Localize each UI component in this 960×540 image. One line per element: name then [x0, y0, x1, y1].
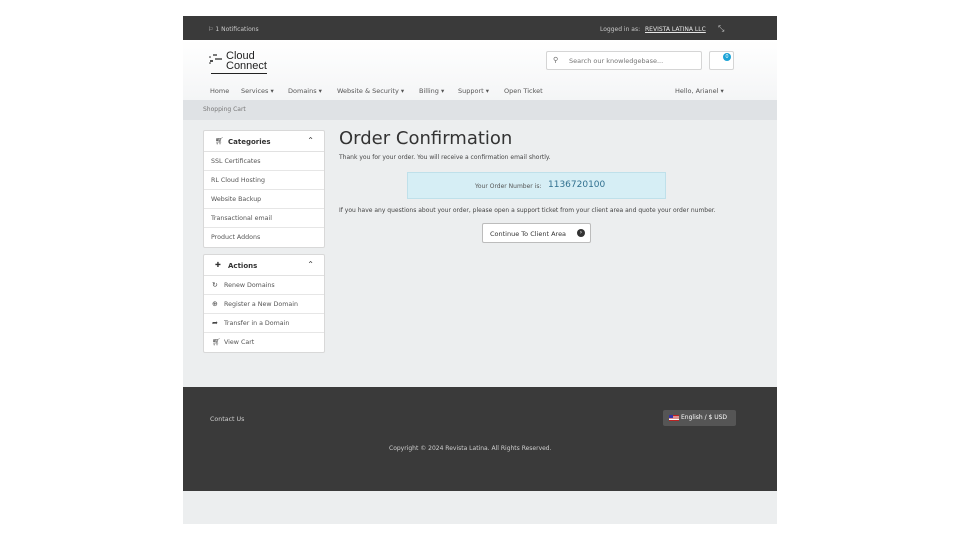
action-transfer-domain[interactable]: ➦ Transfer in a Domain — [204, 314, 324, 333]
questions-text: If you have any questions about your ord… — [339, 207, 716, 214]
order-number-box: Your Order Number is: 1136720100 — [407, 172, 666, 199]
refresh-icon: ↻ — [212, 281, 218, 289]
search-icon: ⚲ — [553, 56, 559, 64]
us-flag-icon — [669, 415, 679, 421]
category-item[interactable]: Product Addons — [204, 228, 324, 247]
category-label: Transactional email — [211, 215, 272, 222]
actions-title: Actions — [228, 262, 258, 270]
knowledgebase-search: ⚲ — [546, 51, 702, 70]
action-register-domain[interactable]: ⊕ Register a New Domain — [204, 295, 324, 314]
cart-icon: 🛒︎ — [215, 137, 224, 145]
action-label: Renew Domains — [224, 282, 275, 289]
nav-home[interactable]: Home — [210, 87, 229, 95]
share-icon: ➦ — [212, 319, 218, 327]
action-renew-domains[interactable]: ↻ Renew Domains — [204, 276, 324, 295]
logged-in-label: Logged in as: — [600, 26, 641, 33]
action-view-cart[interactable]: 🛒︎ View Cart — [204, 333, 324, 352]
language-label: English / $ USD — [681, 414, 728, 421]
globe-icon: ⊕ — [212, 300, 218, 308]
notifications-link[interactable]: ⚐ 1 Notifications — [208, 26, 259, 33]
action-label: Register a New Domain — [224, 301, 298, 308]
categories-title: Categories — [228, 138, 271, 146]
logo-underline — [211, 73, 267, 74]
breadcrumb-current: Shopping Cart — [203, 106, 246, 113]
category-label: RL Cloud Hosting — [211, 177, 265, 184]
category-label: Website Backup — [211, 196, 262, 203]
flag-icon: ⚐ — [208, 26, 214, 33]
nav-support[interactable]: Support ▾ — [458, 87, 489, 95]
chevron-up-icon[interactable]: ⌃ — [307, 136, 314, 145]
page-frame: ⚐ 1 Notifications Logged in as: REVISTA … — [183, 16, 777, 524]
cart-icon: 🛒︎ — [212, 338, 221, 346]
page-title: Order Confirmation — [339, 128, 513, 149]
plus-icon: ✚ — [215, 261, 221, 269]
nav-services[interactable]: Services ▾ — [241, 87, 274, 95]
arrow-right-circle-icon: › — [577, 229, 585, 237]
top-bar: ⚐ 1 Notifications Logged in as: REVISTA … — [183, 16, 777, 40]
nav-billing[interactable]: Billing ▾ — [419, 87, 444, 95]
continue-to-client-area-button[interactable]: Continue To Client Area › — [482, 223, 591, 243]
footer: Contact Us English / $ USD Copyright © 2… — [183, 387, 777, 491]
account-link[interactable]: REVISTA LATINA LLC — [645, 26, 706, 33]
category-label: SSL Certificates — [211, 158, 261, 165]
cart-button[interactable]: 0 — [709, 51, 734, 70]
action-label: View Cart — [224, 339, 255, 346]
language-currency-button[interactable]: English / $ USD — [663, 410, 736, 426]
pin-icon[interactable]: ⤡ — [718, 24, 724, 34]
nav-website-security[interactable]: Website & Security ▾ — [337, 87, 404, 95]
logo[interactable]: Cloud Connect — [207, 49, 267, 75]
actions-header[interactable]: ✚ Actions ⌃ — [204, 255, 324, 276]
continue-button-label: Continue To Client Area — [490, 230, 567, 238]
logo-text-line2: Connect — [226, 60, 267, 72]
contact-us-link[interactable]: Contact Us — [210, 416, 244, 423]
nav-open-ticket[interactable]: Open Ticket — [504, 87, 543, 95]
copyright-text: Copyright © 2024 Revista Latina. All Rig… — [389, 445, 552, 452]
category-item[interactable]: RL Cloud Hosting — [204, 171, 324, 190]
nav-domains[interactable]: Domains ▾ — [288, 87, 322, 95]
actions-panel: ✚ Actions ⌃ ↻ Renew Domains ⊕ Register a… — [203, 254, 325, 353]
user-menu[interactable]: Hello, Arianel ▾ — [675, 87, 724, 95]
category-item[interactable]: SSL Certificates — [204, 152, 324, 171]
main-nav: Home Services ▾ Domains ▾ Website & Secu… — [183, 85, 777, 97]
breadcrumb: Shopping Cart — [183, 100, 777, 120]
cart-count-badge: 0 — [723, 53, 731, 61]
search-input[interactable] — [569, 55, 694, 67]
chevron-up-icon[interactable]: ⌃ — [307, 260, 314, 269]
category-item[interactable]: Transactional email — [204, 209, 324, 228]
categories-header[interactable]: 🛒︎ Categories ⌃ — [204, 131, 324, 152]
category-label: Product Addons — [211, 234, 261, 241]
order-number-value: 1136720100 — [548, 180, 606, 190]
action-label: Transfer in a Domain — [224, 320, 290, 327]
category-item[interactable]: Website Backup — [204, 190, 324, 209]
order-number-label: Your Order Number is: — [475, 183, 542, 190]
thank-you-text: Thank you for your order. You will recei… — [339, 154, 551, 161]
cloud-connect-logo-icon — [209, 54, 222, 64]
categories-panel: 🛒︎ Categories ⌃ SSL Certificates RL Clou… — [203, 130, 325, 248]
notifications-label: 1 Notifications — [215, 26, 259, 33]
